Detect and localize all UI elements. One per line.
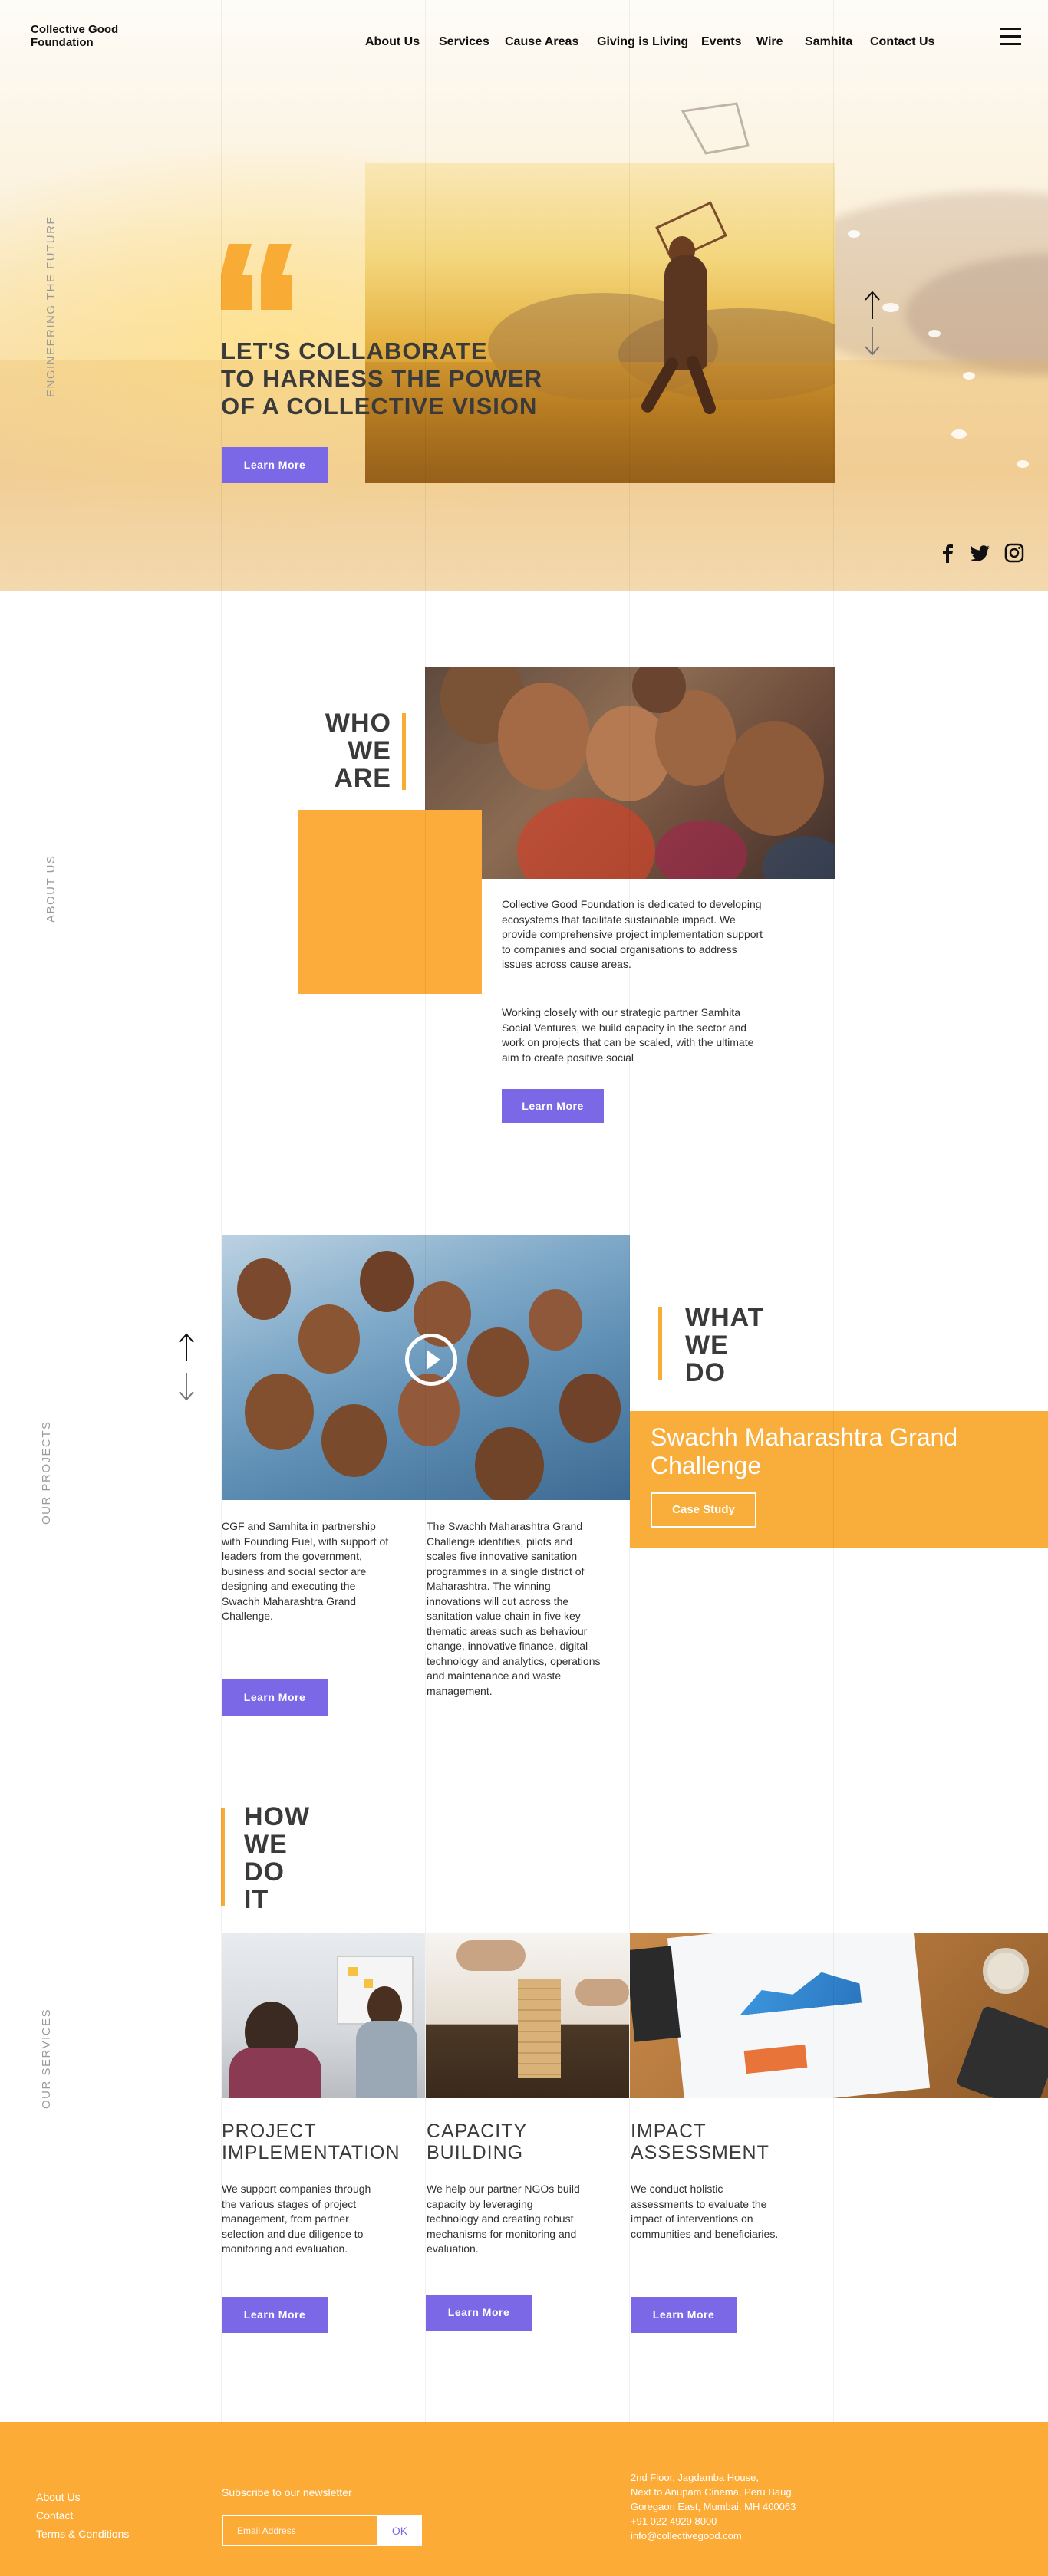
side-label-about-us: ABOUT US bbox=[44, 854, 58, 923]
footer-link-terms[interactable]: Terms & Conditions bbox=[36, 2528, 129, 2540]
services-title: HOW WE DO IT bbox=[244, 1803, 310, 1913]
footer-email[interactable]: info@collectivegood.com bbox=[631, 2528, 861, 2543]
title-line: WE bbox=[685, 1331, 729, 1360]
address-line: Next to Anupam Cinema, Peru Baug, bbox=[631, 2486, 795, 2498]
footer bbox=[0, 2422, 1048, 2576]
address-line: Goregaon East, Mumbai, MH 400063 bbox=[631, 2501, 796, 2512]
nav-wire[interactable]: Wire bbox=[756, 35, 783, 49]
nav-about-us[interactable]: About Us bbox=[365, 35, 420, 49]
nav-samhita[interactable]: Samhita bbox=[805, 35, 852, 49]
project-implementation-photo bbox=[222, 1933, 425, 2098]
twitter-icon[interactable] bbox=[971, 543, 990, 563]
petal bbox=[963, 372, 975, 380]
footer-link-about[interactable]: About Us bbox=[36, 2491, 81, 2503]
petal bbox=[848, 230, 860, 238]
service-title-implementation: PROJECT IMPLEMENTATION bbox=[222, 2120, 400, 2163]
newsletter-label: Subscribe to our newsletter bbox=[222, 2486, 352, 2499]
title-line: HOW bbox=[244, 1802, 311, 1831]
projects-title: WHAT WE DO bbox=[685, 1304, 764, 1387]
petal bbox=[928, 330, 941, 337]
orange-block bbox=[298, 810, 482, 994]
newsletter-email-input[interactable] bbox=[222, 2515, 377, 2546]
about-paragraph-1: Collective Good Foundation is dedicated … bbox=[502, 898, 763, 970]
title-line: WE bbox=[348, 736, 391, 765]
nav-cause-areas[interactable]: Cause Areas bbox=[505, 35, 578, 49]
hero-image bbox=[365, 163, 835, 483]
nav-services[interactable]: Services bbox=[439, 35, 489, 49]
nav-contact-us[interactable]: Contact Us bbox=[870, 35, 934, 49]
service-title-line: BUILDING bbox=[427, 2142, 524, 2163]
side-label-our-services: OUR SERVICES bbox=[40, 2008, 53, 2109]
petal bbox=[1017, 460, 1029, 468]
projects-right-text: The Swachh Maharashtra Grand Challenge i… bbox=[427, 1520, 601, 1697]
title-line: IT bbox=[244, 1885, 269, 1914]
instagram-icon[interactable] bbox=[1004, 543, 1024, 563]
footer-phone[interactable]: +91 022 4929 8000 bbox=[631, 2514, 861, 2528]
play-video-button[interactable] bbox=[405, 1334, 457, 1386]
side-label-our-projects: OUR PROJECTS bbox=[40, 1420, 53, 1525]
about-learn-more-button[interactable]: Learn More bbox=[502, 1089, 604, 1123]
service-title-line: ASSESSMENT bbox=[631, 2142, 770, 2163]
impact-learn-more-button[interactable]: Learn More bbox=[631, 2297, 737, 2333]
arrow-down-icon[interactable] bbox=[177, 1371, 196, 1402]
arrow-up-icon[interactable] bbox=[177, 1332, 196, 1363]
title-line: WE bbox=[244, 1830, 288, 1859]
title-line: DO bbox=[685, 1358, 726, 1387]
projects-learn-more-button[interactable]: Learn More bbox=[222, 1679, 328, 1716]
accent-bar bbox=[658, 1307, 662, 1380]
service-text-capacity: We help our partner NGOs build capacity … bbox=[427, 2183, 580, 2255]
footer-address: 2nd Floor, Jagdamba House, Next to Anupa… bbox=[631, 2470, 861, 2543]
about-paragraph-2: Working closely with our strategic partn… bbox=[502, 1006, 754, 1064]
impact-assessment-photo bbox=[630, 1933, 1048, 2098]
hero-learn-more-button[interactable]: Learn More bbox=[222, 447, 328, 483]
hero-heading-line: OF A COLLECTIVE VISION bbox=[221, 393, 538, 419]
facebook-icon[interactable] bbox=[938, 543, 957, 563]
arrow-down-icon[interactable] bbox=[863, 326, 882, 357]
capacity-building-photo bbox=[426, 1933, 629, 2098]
nav-events[interactable]: Events bbox=[701, 35, 741, 49]
service-title-impact: IMPACT ASSESSMENT bbox=[631, 2120, 770, 2163]
side-label-engineering: ENGINEERING THE FUTURE bbox=[44, 215, 58, 397]
nav-giving-is-living[interactable]: Giving is Living bbox=[597, 35, 688, 49]
petal bbox=[882, 303, 899, 312]
hero-heading-line: TO HARNESS THE POWER bbox=[221, 365, 543, 392]
hero-heading: LET'S COLLABORATE TO HARNESS THE POWER O… bbox=[221, 337, 582, 420]
title-line: ARE bbox=[334, 764, 391, 793]
service-text-impact: We conduct holistic assessments to evalu… bbox=[631, 2183, 779, 2240]
hero-heading-line: LET'S COLLABORATE bbox=[221, 337, 488, 364]
play-icon bbox=[427, 1350, 440, 1370]
site-logo[interactable]: Collective Good Foundation bbox=[31, 23, 153, 49]
service-title-line: CAPACITY bbox=[427, 2120, 528, 2142]
title-line: WHAT bbox=[685, 1303, 765, 1332]
title-line: DO bbox=[244, 1857, 285, 1887]
case-study-button[interactable]: Case Study bbox=[651, 1492, 756, 1528]
children-group-photo bbox=[425, 667, 835, 879]
service-title-capacity: CAPACITY BUILDING bbox=[427, 2120, 527, 2163]
accent-bar bbox=[402, 713, 406, 790]
service-title-line: IMPLEMENTATION bbox=[222, 2142, 400, 2163]
service-title-line: PROJECT bbox=[222, 2120, 317, 2142]
service-title-line: IMPACT bbox=[631, 2120, 707, 2142]
newsletter-ok-button[interactable]: OK bbox=[377, 2515, 422, 2546]
petal bbox=[951, 429, 967, 439]
projects-left-text: CGF and Samhita in partnership with Foun… bbox=[222, 1520, 389, 1622]
kite-icon bbox=[681, 102, 750, 155]
arrow-up-icon[interactable] bbox=[863, 290, 882, 321]
menu-icon[interactable] bbox=[1000, 28, 1021, 46]
about-title: WHO WE ARE bbox=[322, 709, 391, 792]
address-line: 2nd Floor, Jagdamba House, bbox=[631, 2472, 759, 2483]
implementation-learn-more-button[interactable]: Learn More bbox=[222, 2297, 328, 2333]
accent-bar bbox=[221, 1808, 225, 1906]
capacity-learn-more-button[interactable]: Learn More bbox=[426, 2295, 532, 2331]
quote-icon bbox=[221, 244, 292, 310]
service-text-implementation: We support companies through the various… bbox=[222, 2183, 371, 2255]
case-title: Swachh Maharashtra Grand Challenge bbox=[651, 1423, 958, 1479]
title-line: WHO bbox=[325, 709, 391, 738]
footer-link-contact[interactable]: Contact bbox=[36, 2509, 73, 2522]
